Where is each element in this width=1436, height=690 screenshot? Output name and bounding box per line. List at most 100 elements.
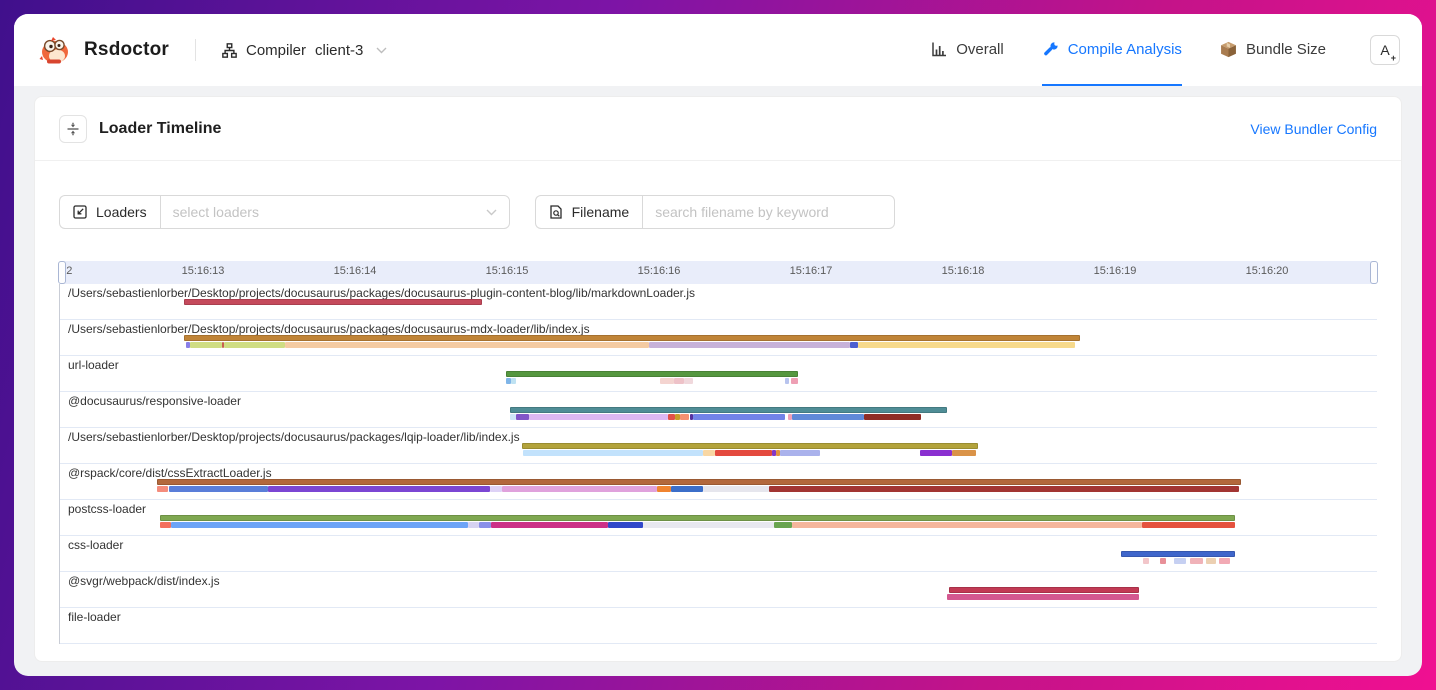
header-divider <box>195 39 196 61</box>
timeline-row: /Users/sebastienlorber/Desktop/projects/… <box>60 320 1377 356</box>
loader-duration-bar[interactable] <box>491 522 608 528</box>
loader-duration-bar[interactable] <box>715 450 773 456</box>
loader-duration-bar[interactable] <box>947 594 1139 600</box>
loader-duration-bar[interactable] <box>1190 558 1202 564</box>
loader-duration-bar[interactable] <box>608 522 643 528</box>
axis-tick-label: 15:16:15 <box>486 265 529 277</box>
loader-duration-bar[interactable] <box>502 486 657 492</box>
timeline-row-label: postcss-loader <box>68 502 146 516</box>
loader-duration-bar[interactable] <box>523 450 702 456</box>
loader-duration-bar[interactable] <box>791 378 799 384</box>
loader-duration-bar[interactable] <box>184 299 482 305</box>
filename-input[interactable]: search filename by keyword <box>642 195 895 229</box>
loader-duration-bar[interactable] <box>190 342 222 348</box>
loader-duration-bar[interactable] <box>858 342 1075 348</box>
loader-duration-bar[interactable] <box>850 342 858 348</box>
timeline-brush-handle-right[interactable] <box>1370 261 1378 284</box>
loaders-select[interactable]: select loaders <box>160 195 510 229</box>
loader-duration-bar[interactable] <box>785 378 790 384</box>
loader-duration-bar[interactable] <box>479 522 491 528</box>
loader-duration-bar[interactable] <box>160 515 1235 521</box>
loader-duration-bar[interactable] <box>693 414 784 420</box>
axis-tick-label: 15:16:17 <box>790 265 833 277</box>
timeline-row-label: /Users/sebastienlorber/Desktop/projects/… <box>68 430 520 444</box>
loader-duration-bar[interactable] <box>529 414 667 420</box>
loader-duration-bar[interactable] <box>703 486 770 492</box>
loader-duration-bar[interactable] <box>224 342 285 348</box>
top-header: Rsdoctor Compiler client-3 <box>14 14 1422 86</box>
loader-duration-bar[interactable] <box>1174 558 1186 564</box>
filename-label: Filename <box>572 204 630 220</box>
loader-duration-bar[interactable] <box>657 486 671 492</box>
loader-duration-bar[interactable] <box>774 522 792 528</box>
loader-duration-bar[interactable] <box>171 522 469 528</box>
view-bundler-config-link[interactable]: View Bundler Config <box>1250 121 1377 137</box>
loader-duration-bar[interactable] <box>157 479 1241 485</box>
loader-duration-bar[interactable] <box>671 486 703 492</box>
loader-duration-bar[interactable] <box>506 371 798 377</box>
filename-addon: Filename <box>535 195 643 229</box>
main-nav: Overall Compile Analysis <box>931 14 1400 86</box>
loader-duration-bar[interactable] <box>920 450 952 456</box>
chevron-down-icon <box>376 47 387 54</box>
loader-duration-bar[interactable] <box>510 407 948 413</box>
loader-duration-bar[interactable] <box>1142 522 1235 528</box>
loader-duration-bar[interactable] <box>511 378 516 384</box>
loader-duration-bar[interactable] <box>684 378 693 384</box>
loader-timeline-card: Loader Timeline View Bundler Config <box>34 96 1402 662</box>
chevron-down-icon <box>486 209 497 216</box>
loader-duration-bar[interactable] <box>1121 551 1235 557</box>
loader-timeline-chart: 15:16:1215:16:1315:16:1415:16:1515:16:16… <box>59 261 1377 644</box>
collapse-rows-button[interactable] <box>59 115 87 143</box>
loader-duration-bar[interactable] <box>510 414 516 420</box>
loader-duration-bar[interactable] <box>1219 558 1230 564</box>
loader-duration-bar[interactable] <box>268 486 490 492</box>
loader-duration-bar[interactable] <box>522 443 978 449</box>
loader-duration-bar[interactable] <box>680 414 689 420</box>
nav-compile-analysis-label: Compile Analysis <box>1068 41 1182 58</box>
loader-duration-bar[interactable] <box>184 335 1079 341</box>
loaders-filter-group: Loaders select loaders <box>59 195 510 229</box>
brand: Rsdoctor <box>38 34 169 66</box>
card-header: Loader Timeline View Bundler Config <box>35 97 1401 161</box>
timeline-row: css-loader <box>60 536 1377 572</box>
loader-duration-bar[interactable] <box>169 486 268 492</box>
loader-duration-bar[interactable] <box>952 450 976 456</box>
loader-duration-bar[interactable] <box>157 486 168 492</box>
axis-tick-label: 15:16:16 <box>638 265 681 277</box>
language-toggle-icon[interactable]: A + <box>1370 35 1400 65</box>
loader-duration-bar[interactable] <box>792 522 1142 528</box>
loader-duration-bar[interactable] <box>490 486 502 492</box>
loader-duration-bar[interactable] <box>792 414 863 420</box>
loader-duration-bar[interactable] <box>668 414 676 420</box>
loader-duration-bar[interactable] <box>516 414 530 420</box>
nav-compile-analysis[interactable]: Compile Analysis <box>1042 14 1182 86</box>
loader-duration-bar[interactable] <box>674 378 685 384</box>
loader-duration-bar[interactable] <box>864 414 922 420</box>
nav-bundle-size[interactable]: Bundle Size <box>1220 14 1326 86</box>
loader-duration-bar[interactable] <box>703 450 715 456</box>
loader-duration-bar[interactable] <box>780 450 820 456</box>
loader-duration-bar[interactable] <box>468 522 479 528</box>
timeline-row-label: url-loader <box>68 358 119 372</box>
compiler-label: Compiler <box>246 42 306 59</box>
nav-bundle-size-label: Bundle Size <box>1246 41 1326 58</box>
loader-duration-bar[interactable] <box>1143 558 1149 564</box>
loader-duration-bar[interactable] <box>769 486 1239 492</box>
nav-overall[interactable]: Overall <box>931 14 1004 86</box>
timeline-brush-handle-left[interactable] <box>58 261 66 284</box>
loader-duration-bar[interactable] <box>643 522 774 528</box>
vertical-align-middle-icon <box>66 122 80 136</box>
lang-letter: A <box>1380 42 1389 58</box>
file-search-icon <box>549 205 563 219</box>
compiler-selector[interactable]: Compiler client-3 <box>222 42 387 59</box>
loader-duration-bar[interactable] <box>660 378 674 384</box>
loader-duration-bar[interactable] <box>160 522 171 528</box>
brand-title: Rsdoctor <box>84 39 169 61</box>
timeline-row: file-loader <box>60 608 1377 644</box>
loader-duration-bar[interactable] <box>285 342 650 348</box>
loader-duration-bar[interactable] <box>1206 558 1217 564</box>
loader-duration-bar[interactable] <box>949 587 1139 593</box>
loader-duration-bar[interactable] <box>649 342 850 348</box>
loader-duration-bar[interactable] <box>1160 558 1166 564</box>
